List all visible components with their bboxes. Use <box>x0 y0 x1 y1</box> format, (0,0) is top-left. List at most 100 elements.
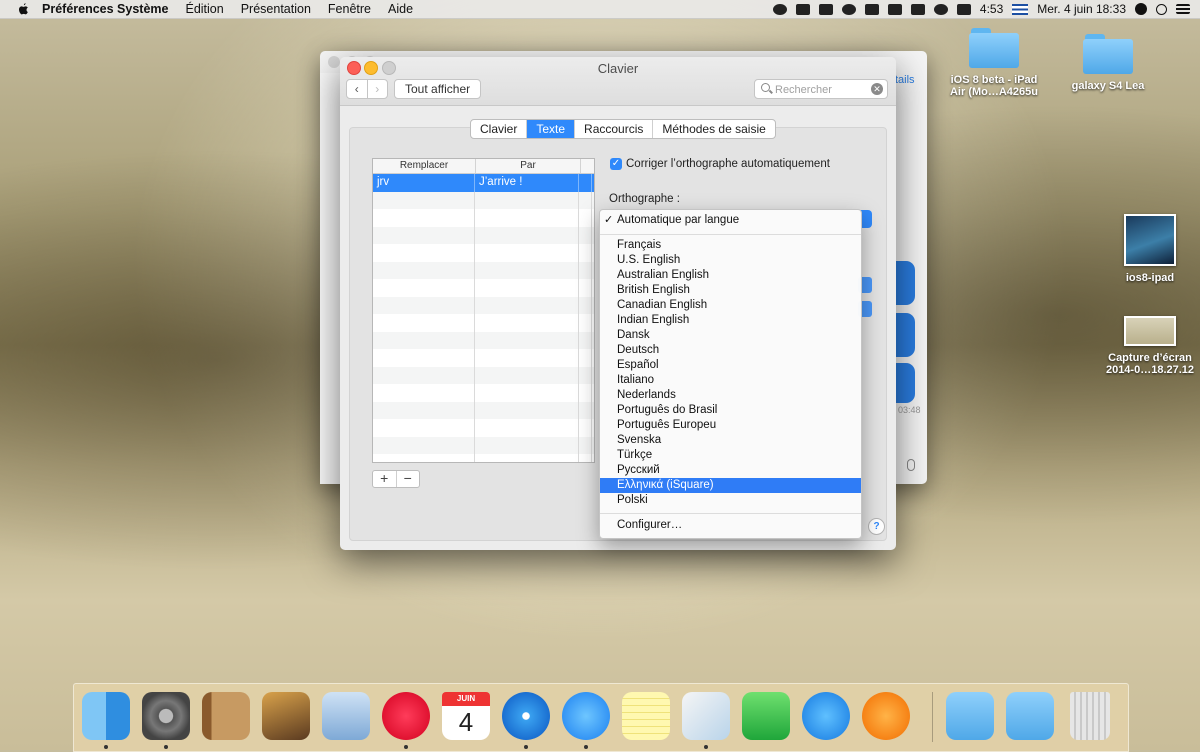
input-source-flag-icon[interactable] <box>1012 3 1029 15</box>
menu-item-language[interactable]: Español <box>600 358 861 373</box>
menu-item-language[interactable]: Português do Brasil <box>600 403 861 418</box>
ibooks-icon[interactable] <box>862 692 910 740</box>
table-row-empty[interactable] <box>373 384 594 402</box>
spotlight-icon[interactable] <box>1156 3 1167 15</box>
contacts-icon[interactable] <box>202 692 250 740</box>
table-row[interactable]: jrv J’arrive ! <box>373 174 594 192</box>
iphoto-icon[interactable] <box>262 692 310 740</box>
desktop-file-capture[interactable]: Capture d’écran 2014-0…18.27.12 <box>1095 316 1200 376</box>
table-row-empty[interactable] <box>373 401 594 419</box>
table-row-empty[interactable] <box>373 226 594 244</box>
cup-icon[interactable] <box>795 3 810 15</box>
desktop-folder-ios8-beta[interactable]: iOS 8 beta - iPad Air (Mo…A4265u <box>939 28 1049 98</box>
battery-icon[interactable] <box>956 3 971 15</box>
dropbox-icon[interactable] <box>818 3 833 15</box>
tab-shortcuts[interactable]: Raccourcis <box>574 120 652 138</box>
cell-replace[interactable]: jrv <box>373 174 475 192</box>
apple-icon[interactable] <box>16 2 30 16</box>
clear-search-icon[interactable]: ✕ <box>871 83 883 95</box>
menu-item-language[interactable]: Русский <box>600 463 861 478</box>
menu-edit[interactable]: Édition <box>185 2 223 16</box>
menu-item-language[interactable]: Türkçe <box>600 448 861 463</box>
table-row-empty[interactable] <box>373 191 594 209</box>
downloads-folder-icon[interactable] <box>946 692 994 740</box>
tab-input-sources[interactable]: Méthodes de saisie <box>652 120 774 138</box>
menu-item-language[interactable]: Australian English <box>600 268 861 283</box>
autocorrect-label[interactable]: Corriger l’orthographe automatiquement <box>626 158 830 170</box>
mail-icon[interactable] <box>322 692 370 740</box>
facetime-icon[interactable] <box>742 692 790 740</box>
menu-item-language[interactable]: Polski <box>600 493 861 508</box>
back-button[interactable]: ‹ <box>347 80 367 98</box>
chat-icon[interactable] <box>841 3 856 15</box>
finder-icon[interactable] <box>82 692 130 740</box>
desktop-file-ios8-ipad[interactable]: ios8-ipad <box>1095 214 1200 284</box>
table-row-empty[interactable] <box>373 296 594 314</box>
menu-window[interactable]: Fenêtre <box>328 2 371 16</box>
table-row-empty[interactable] <box>373 209 594 227</box>
stop-icon[interactable] <box>772 3 787 15</box>
details-link[interactable]: tails <box>895 74 915 86</box>
show-all-button[interactable]: Tout afficher <box>394 79 482 99</box>
user-icon[interactable] <box>1135 3 1147 15</box>
microphone-icon[interactable] <box>907 459 915 471</box>
remove-button[interactable]: − <box>395 471 420 487</box>
menu-item-language[interactable]: Svenska <box>600 433 861 448</box>
table-row-empty[interactable] <box>373 331 594 349</box>
menu-item-language[interactable]: Indian English <box>600 313 861 328</box>
help-button[interactable]: ? <box>868 518 885 535</box>
add-button[interactable]: + <box>373 471 396 487</box>
column-header-with[interactable]: Par <box>476 159 581 173</box>
column-header-replace[interactable]: Remplacer <box>373 159 476 173</box>
wifi-icon[interactable] <box>933 3 948 15</box>
menu-item-language[interactable]: Dansk <box>600 328 861 343</box>
safari-icon[interactable] <box>502 692 550 740</box>
table-row-empty[interactable] <box>373 454 594 462</box>
preview-icon[interactable] <box>682 692 730 740</box>
menu-item-language[interactable]: U.S. English <box>600 253 861 268</box>
display-icon[interactable] <box>910 3 925 15</box>
table-row-empty[interactable] <box>373 244 594 262</box>
table-row-empty[interactable] <box>373 279 594 297</box>
menu-item-language-highlighted[interactable]: Ελληνικά (iSquare) <box>600 478 861 493</box>
close-button[interactable] <box>328 56 340 68</box>
itunes-icon[interactable] <box>382 692 430 740</box>
menu-item-language[interactable]: Deutsch <box>600 343 861 358</box>
table-row-empty[interactable] <box>373 419 594 437</box>
menu-item-language[interactable]: Français <box>600 238 861 253</box>
menu-app-name[interactable]: Préférences Système <box>42 2 168 16</box>
search-input[interactable] <box>773 81 872 98</box>
utilities-folder-icon[interactable] <box>1006 692 1054 740</box>
menu-item-automatic[interactable]: ✓ Automatique par langue <box>600 213 861 228</box>
cell-with[interactable]: J’arrive ! <box>475 174 579 192</box>
autocorrect-option[interactable]: ✓ Corriger l’orthographe automatiquement <box>610 158 830 170</box>
menu-item-language[interactable]: Italiano <box>600 373 861 388</box>
menu-item-language[interactable]: British English <box>600 283 861 298</box>
forward-button[interactable]: › <box>366 80 388 98</box>
menu-item-language[interactable]: Nederlands <box>600 388 861 403</box>
menu-item-configure[interactable]: Configurer… <box>600 518 861 533</box>
trash-icon[interactable] <box>1070 692 1110 740</box>
cpu-icon[interactable] <box>864 3 879 15</box>
system-preferences-icon[interactable] <box>142 692 190 740</box>
menu-item-language[interactable]: Português Europeu <box>600 418 861 433</box>
tab-keyboard[interactable]: Clavier <box>471 120 526 138</box>
messages-icon[interactable] <box>562 692 610 740</box>
calendar-icon[interactable]: JUIN 4 <box>442 692 490 740</box>
notification-center-icon[interactable] <box>1176 4 1190 14</box>
disk-icon[interactable] <box>887 3 902 15</box>
menu-help[interactable]: Aide <box>388 2 413 16</box>
menu-view[interactable]: Présentation <box>241 2 311 16</box>
table-row-empty[interactable] <box>373 366 594 384</box>
tab-text[interactable]: Texte <box>526 120 575 138</box>
app-store-icon[interactable] <box>802 692 850 740</box>
notes-icon[interactable] <box>622 692 670 740</box>
table-row-empty[interactable] <box>373 314 594 332</box>
table-row-empty[interactable] <box>373 436 594 454</box>
table-row-empty[interactable] <box>373 349 594 367</box>
table-row-empty[interactable] <box>373 261 594 279</box>
menu-item-language[interactable]: Canadian English <box>600 298 861 313</box>
battery-time[interactable]: 4:53 <box>980 2 1003 16</box>
clock[interactable]: Mer. 4 juin 18:33 <box>1037 2 1126 16</box>
desktop-folder-galaxy[interactable]: galaxy S4 Lea <box>1053 34 1163 92</box>
